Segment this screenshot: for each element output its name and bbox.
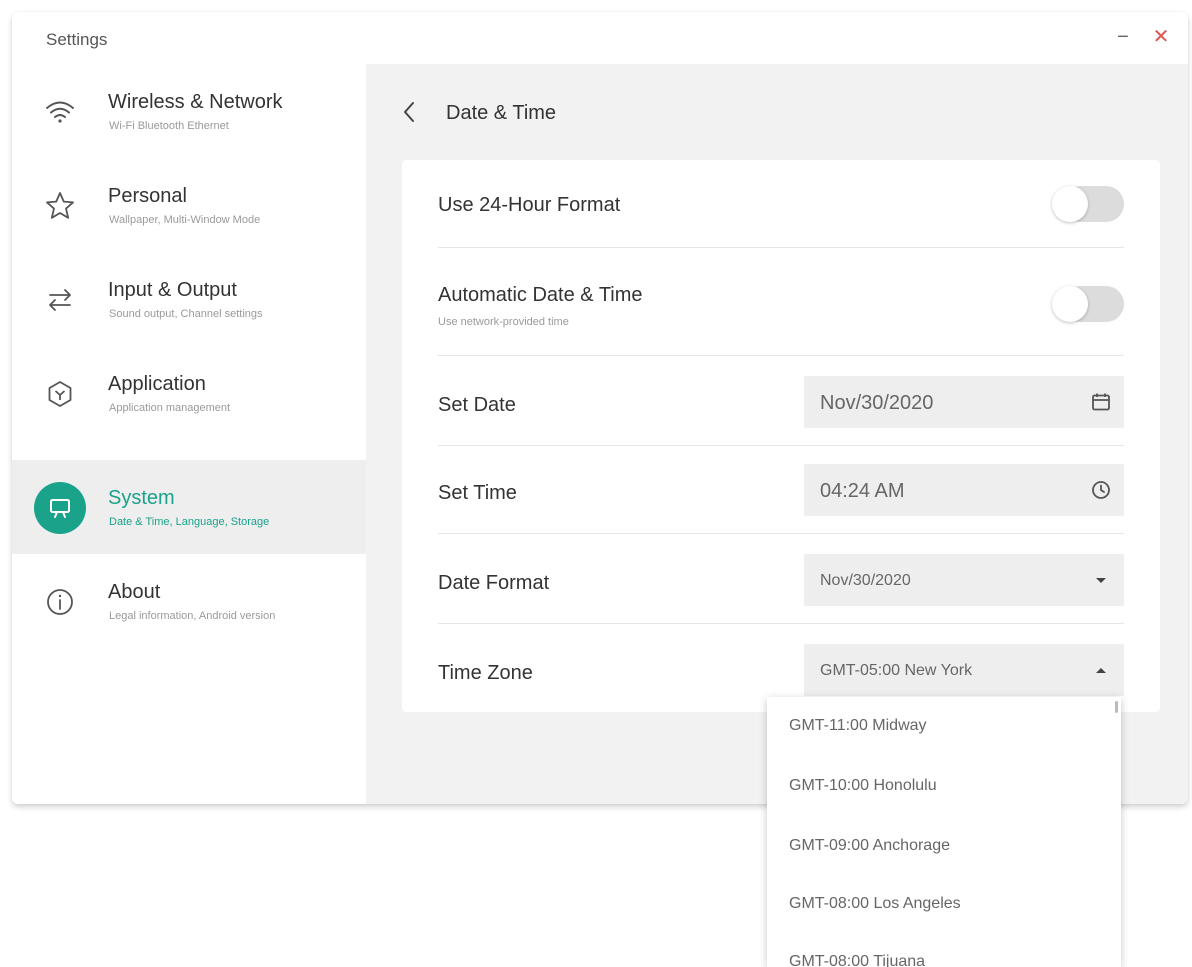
option-label: GMT-10:00 Honolulu bbox=[789, 777, 937, 794]
sidebar-item-sublabel: Wallpaper, Multi-Window Mode bbox=[109, 214, 261, 226]
caret-up-icon bbox=[1096, 668, 1106, 673]
sidebar-item-about[interactable]: About Legal information, Android version bbox=[12, 554, 366, 648]
sidebar-item-sublabel: Wi-Fi Bluetooth Ethernet bbox=[109, 120, 229, 132]
page-title: Date & Time bbox=[446, 102, 557, 124]
setting-label: Set Date bbox=[438, 394, 516, 416]
time-zone-option[interactable]: GMT-08:00 Los Angeles bbox=[767, 875, 1121, 935]
date-format-value: Nov/30/2020 bbox=[820, 572, 911, 589]
sidebar-item-label: Personal bbox=[108, 185, 187, 207]
sidebar-item-sublabel: Application management bbox=[109, 402, 231, 414]
sidebar-item-label: System bbox=[108, 487, 175, 509]
minimize-button[interactable]: − bbox=[1110, 24, 1136, 50]
time-zone-dropdown: GMT-11:00 Midway GMT-10:00 Honolulu GMT-… bbox=[767, 697, 1121, 967]
sidebar-item-wireless-network[interactable]: Wireless & Network Wi-Fi Bluetooth Ether… bbox=[12, 64, 366, 158]
calendar-icon bbox=[1092, 393, 1110, 411]
sidebar-item-input-output[interactable]: Input & Output Sound output, Channel set… bbox=[12, 252, 366, 346]
toggle-24-hour-format[interactable] bbox=[1052, 186, 1124, 222]
time-zone-select[interactable]: GMT-05:00 New York bbox=[804, 644, 1124, 696]
sidebar-item-label: Input & Output bbox=[108, 279, 237, 301]
settings-card: Use 24-Hour Format Automatic Date & Time… bbox=[402, 160, 1160, 712]
time-zone-option[interactable]: GMT-08:00 Tijuana bbox=[767, 933, 1121, 967]
sidebar-item-sublabel: Sound output, Channel settings bbox=[109, 308, 263, 320]
option-label: GMT-08:00 Los Angeles bbox=[789, 895, 961, 912]
info-icon bbox=[34, 576, 86, 628]
time-zone-option[interactable]: GMT-09:00 Anchorage bbox=[767, 817, 1121, 877]
sidebar-item-personal[interactable]: Personal Wallpaper, Multi-Window Mode bbox=[12, 158, 366, 252]
sidebar-item-application[interactable]: Application Application management bbox=[12, 346, 366, 440]
setting-label: Date Format bbox=[438, 572, 550, 594]
sidebar-item-label: Application bbox=[108, 373, 206, 395]
time-zone-value: GMT-05:00 New York bbox=[820, 662, 973, 679]
sidebar: Wireless & Network Wi-Fi Bluetooth Ether… bbox=[12, 64, 366, 804]
sidebar-item-label: Wireless & Network bbox=[108, 91, 283, 113]
setting-sublabel: Use network-provided time bbox=[438, 316, 569, 328]
setting-label: Automatic Date & Time bbox=[438, 284, 643, 306]
sidebar-item-sublabel: Date & Time, Language, Storage bbox=[109, 516, 270, 528]
date-picker-field[interactable]: Nov/30/2020 bbox=[804, 376, 1124, 428]
option-label: GMT-11:00 Midway bbox=[789, 717, 927, 734]
time-picker-field[interactable]: 04:24 AM bbox=[804, 464, 1124, 516]
presentation-screen-icon bbox=[34, 482, 86, 534]
date-value: Nov/30/2020 bbox=[820, 392, 934, 414]
setting-row-set-date: Set Date Nov/30/2020 bbox=[438, 356, 1124, 446]
wifi-icon bbox=[34, 86, 86, 138]
sidebar-item-label: About bbox=[108, 581, 161, 603]
app-hexagon-icon bbox=[34, 368, 86, 420]
caret-down-icon bbox=[1096, 578, 1106, 583]
toggle-knob bbox=[1052, 186, 1088, 222]
setting-row-automatic-time: Automatic Date & Time Use network-provid… bbox=[438, 248, 1124, 356]
time-zone-option[interactable]: GMT-11:00 Midway bbox=[767, 697, 1121, 757]
time-zone-option[interactable]: GMT-10:00 Honolulu bbox=[767, 757, 1121, 817]
back-arrow-icon[interactable] bbox=[396, 98, 424, 126]
time-value: 04:24 AM bbox=[820, 480, 905, 502]
star-icon bbox=[34, 180, 86, 232]
sidebar-item-sublabel: Legal information, Android version bbox=[109, 610, 276, 622]
setting-row-set-time: Set Time 04:24 AM bbox=[438, 446, 1124, 534]
setting-row-24-hour: Use 24-Hour Format bbox=[438, 160, 1124, 248]
toggle-knob bbox=[1052, 286, 1088, 322]
window-title: Settings bbox=[46, 30, 108, 49]
option-label: GMT-08:00 Tijuana bbox=[789, 953, 926, 967]
setting-label: Set Time bbox=[438, 482, 517, 504]
toggle-automatic-date-time[interactable] bbox=[1052, 286, 1124, 322]
date-format-select[interactable]: Nov/30/2020 bbox=[804, 554, 1124, 606]
clock-icon bbox=[1092, 481, 1110, 499]
settings-window: Settings − ✕ Wireless & Network Wi-Fi Bl… bbox=[12, 12, 1188, 804]
setting-label: Use 24-Hour Format bbox=[438, 194, 621, 216]
sidebar-item-system[interactable]: System Date & Time, Language, Storage bbox=[12, 460, 366, 554]
close-button[interactable]: ✕ bbox=[1148, 24, 1174, 50]
setting-label: Time Zone bbox=[438, 662, 533, 684]
setting-row-date-format: Date Format Nov/30/2020 bbox=[438, 534, 1124, 624]
swap-arrows-icon bbox=[34, 274, 86, 326]
title-bar: Settings − ✕ bbox=[12, 12, 1188, 64]
content-panel: Date & Time Use 24-Hour Format Automatic… bbox=[366, 64, 1188, 804]
option-label: GMT-09:00 Anchorage bbox=[789, 837, 950, 854]
